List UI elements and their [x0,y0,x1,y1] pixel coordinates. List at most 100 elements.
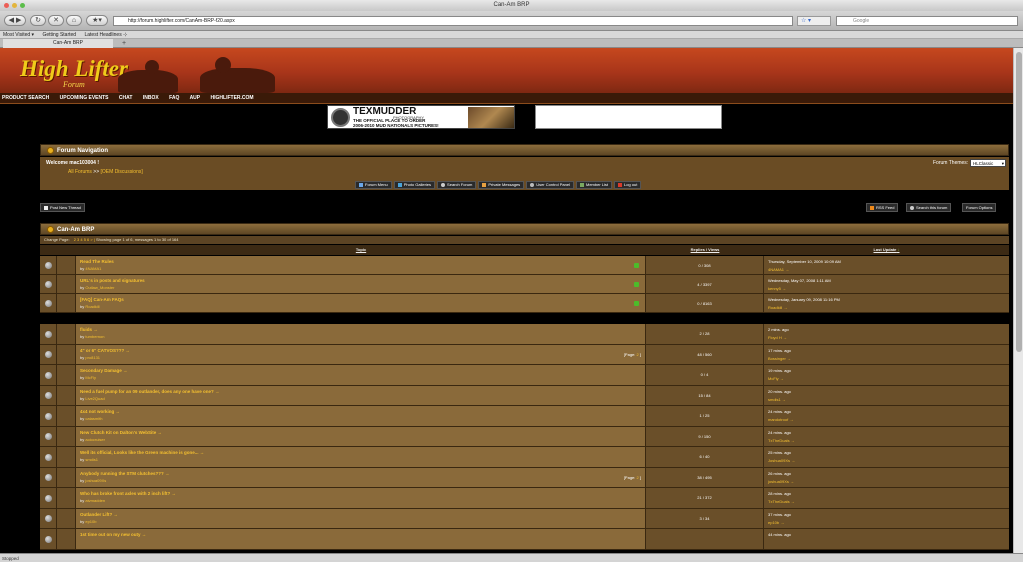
last-update-user[interactable]: ep10b → [768,520,784,525]
col-replies-views[interactable]: Replies / Views [646,245,764,255]
search-this-forum-button[interactable]: Search this forum [906,203,952,212]
search-forum-button[interactable]: Search Forum [437,181,477,189]
scrollbar[interactable] [1013,48,1023,553]
last-update-user[interactable]: smdis1 → [768,397,786,402]
bookmark-star-icon[interactable]: ★▾ [86,15,108,26]
last-update-user[interactable]: Joshua09Xs → [768,458,795,463]
table-row[interactable]: Secondary Damage → by McFly 0 / 4 19 mins. … [40,365,1009,386]
bookmark-most-visited[interactable]: Most Visited ▾ [3,32,34,38]
menu-aup[interactable]: AUP [190,95,201,101]
table-row[interactable]: Well its official, Looks like the Green … [40,447,1009,468]
topic-author[interactable]: 4NAMA1 [85,266,101,271]
menu-faq[interactable]: FAQ [169,95,179,101]
reload-icon[interactable]: ↻ [30,15,46,26]
breadcrumb-all-forums[interactable]: All Forums [68,169,92,175]
member-list-button[interactable]: Member List [575,181,612,189]
rss-feed-button[interactable]: RSS Feed [866,203,899,212]
topic-title[interactable]: Outlander Lift? → [80,512,118,517]
breadcrumb-current[interactable]: [OEM Discussions] [101,169,143,175]
scrollbar-thumb[interactable] [1016,52,1022,352]
close-window-button[interactable] [4,3,9,8]
home-icon[interactable]: ⌂ [66,15,82,26]
table-row[interactable]: Outlander Lift? → by ep10b 3 / 34 37 mins. … [40,508,1009,529]
topic-title[interactable]: 4x4 not working → [80,409,120,414]
menu-product-search[interactable]: PRODUCT SEARCH [2,95,49,101]
table-row[interactable]: 1st time out on my new outy → 44 mins. ag… [40,529,1009,550]
topic-title[interactable]: Who has broke front axles with 2 inch li… [80,491,176,496]
topic-author[interactable]: catasmith [85,416,102,421]
topic-author[interactable]: smdis1 [85,457,98,462]
topic-author[interactable]: aoiocruiser [85,437,105,442]
topic-author[interactable]: ep10b [85,519,96,524]
table-row[interactable]: URL's in posts and signatures by Outlaw_M… [40,275,1009,294]
last-update-user[interactable]: Bossinger → [768,356,791,361]
topic-title[interactable]: fluids → [80,327,98,332]
topic-title[interactable]: [FAQ] Can-Am FAQs [80,297,124,302]
last-update-user[interactable]: 4NAMA1 → [768,267,789,272]
user-control-panel-button[interactable]: User Control Panel [526,181,574,189]
minimize-window-button[interactable] [12,3,17,8]
bookmark-getting-started[interactable]: Getting Started [42,32,76,38]
last-update-user[interactable]: joshua09Xs → [768,479,794,484]
topic-author[interactable]: Outlaw_Monster [85,285,114,290]
menu-upcoming-events[interactable]: UPCOMING EVENTS [60,95,109,101]
topic-author[interactable]: McFly [85,375,96,380]
private-messages-button[interactable]: Private Messages [478,181,525,189]
url-field[interactable]: http://forum.highlifter.com/CanAm-BRP-f2… [113,16,793,26]
page-link[interactable]: 2 [637,352,639,357]
table-row[interactable]: Anybody running the STM clutches??? → by … [40,467,1009,488]
table-row[interactable]: Read The Rules by 4NAMA1 0 / 308 Thursday, … [40,256,1009,275]
log-out-button[interactable]: Log out [614,181,642,189]
table-row[interactable]: 4" or 6" CATVOS??? → by pro8131 [Page: 2 ]… [40,344,1009,365]
page-links[interactable]: 2 3 4 5 6 > | [74,237,95,242]
topic-title[interactable]: 1st time out on my new outy → [80,532,146,537]
topic-title[interactable]: Anybody running the STM clutches??? → [80,471,170,476]
menu-inbox[interactable]: INBOX [143,95,159,101]
topic-title[interactable]: New Clutch Kit on Dalton's WebSite → [80,430,162,435]
last-update-user[interactable]: TxTheDuals → [768,438,795,443]
tab-can-am[interactable]: Can-Am BRP [3,39,113,48]
table-row[interactable]: Need a fuel pump for an 09 outlander, do… [40,385,1009,406]
zoom-window-button[interactable] [20,3,25,8]
topic-title[interactable]: Secondary Damage → [80,368,128,373]
texmudder-ad[interactable]: TEXMUDDER PHOTOGRAPHY THE OFFICIAL PLACE… [327,105,515,129]
theme-select[interactable]: HLClassic ▾ [970,159,1006,167]
site-logo[interactable]: High Lifter [20,56,128,82]
forum-menu-button[interactable]: Forum Menu [355,181,392,189]
bookmark-latest-headlines[interactable]: Latest Headlines ⊹ [84,32,127,38]
last-update-user[interactable]: Floyd H → [768,335,787,340]
topic-author[interactable]: Live2Quad [85,396,104,401]
table-row[interactable]: Who has broke front axles with 2 inch li… [40,488,1009,509]
forum-options-button[interactable]: Forum Options [962,203,997,212]
table-row[interactable]: 4x4 not working → by catasmith 1 / 25 24 mi… [40,406,1009,427]
table-row[interactable]: New Clutch Kit on Dalton's WebSite → by a… [40,426,1009,447]
new-tab-button[interactable]: + [118,39,130,48]
last-update-user[interactable]: kenny5 → [768,286,786,291]
search-input[interactable]: Google [836,16,1018,26]
topic-author[interactable]: tumbernon [85,334,104,339]
last-update-user[interactable]: Roadkill → [768,305,787,310]
photo-galleries-button[interactable]: Photo Galleries [393,181,436,189]
page-links[interactable]: [Page: 2 ] [624,352,641,357]
table-row[interactable]: [FAQ] Can-Am FAQs by Roadkill 0 / 8163 Wedn… [40,294,1009,313]
topic-author[interactable]: atvmadden [85,498,105,503]
post-new-thread-button[interactable]: Post New Thread [40,203,85,212]
back-forward-button[interactable]: ◀ ▶ [4,15,26,26]
topic-title[interactable]: URL's in posts and signatures [80,278,145,283]
topic-title[interactable]: 4" or 6" CATVOS??? → [80,348,130,353]
col-topic[interactable]: Topic [76,245,646,255]
topic-title[interactable]: Need a fuel pump for an 09 outlander, do… [80,389,220,394]
stop-icon[interactable]: ✕ [48,15,64,26]
topic-author[interactable]: pro8131 [85,355,100,360]
menu-chat[interactable]: CHAT [119,95,133,101]
menu-highlifter[interactable]: HIGHLIFTER.COM [211,95,254,101]
topic-title[interactable]: Well its official, Looks like the Green … [80,450,204,455]
topic-author[interactable]: joshua09Xs [85,478,106,483]
topic-author[interactable]: Roadkill [85,304,99,309]
last-update-user[interactable]: McFly → [768,376,784,381]
table-row[interactable]: fluids → by tumbernon 2 / 28 2 mins. ago Flo… [40,324,1009,345]
site-info-icon[interactable]: ☆ ▾ [797,16,831,26]
col-last-update[interactable]: Last Update ↓ [764,245,1009,255]
page-link[interactable]: 2 [637,475,639,480]
last-update-user[interactable]: TxTheDuals → [768,499,795,504]
